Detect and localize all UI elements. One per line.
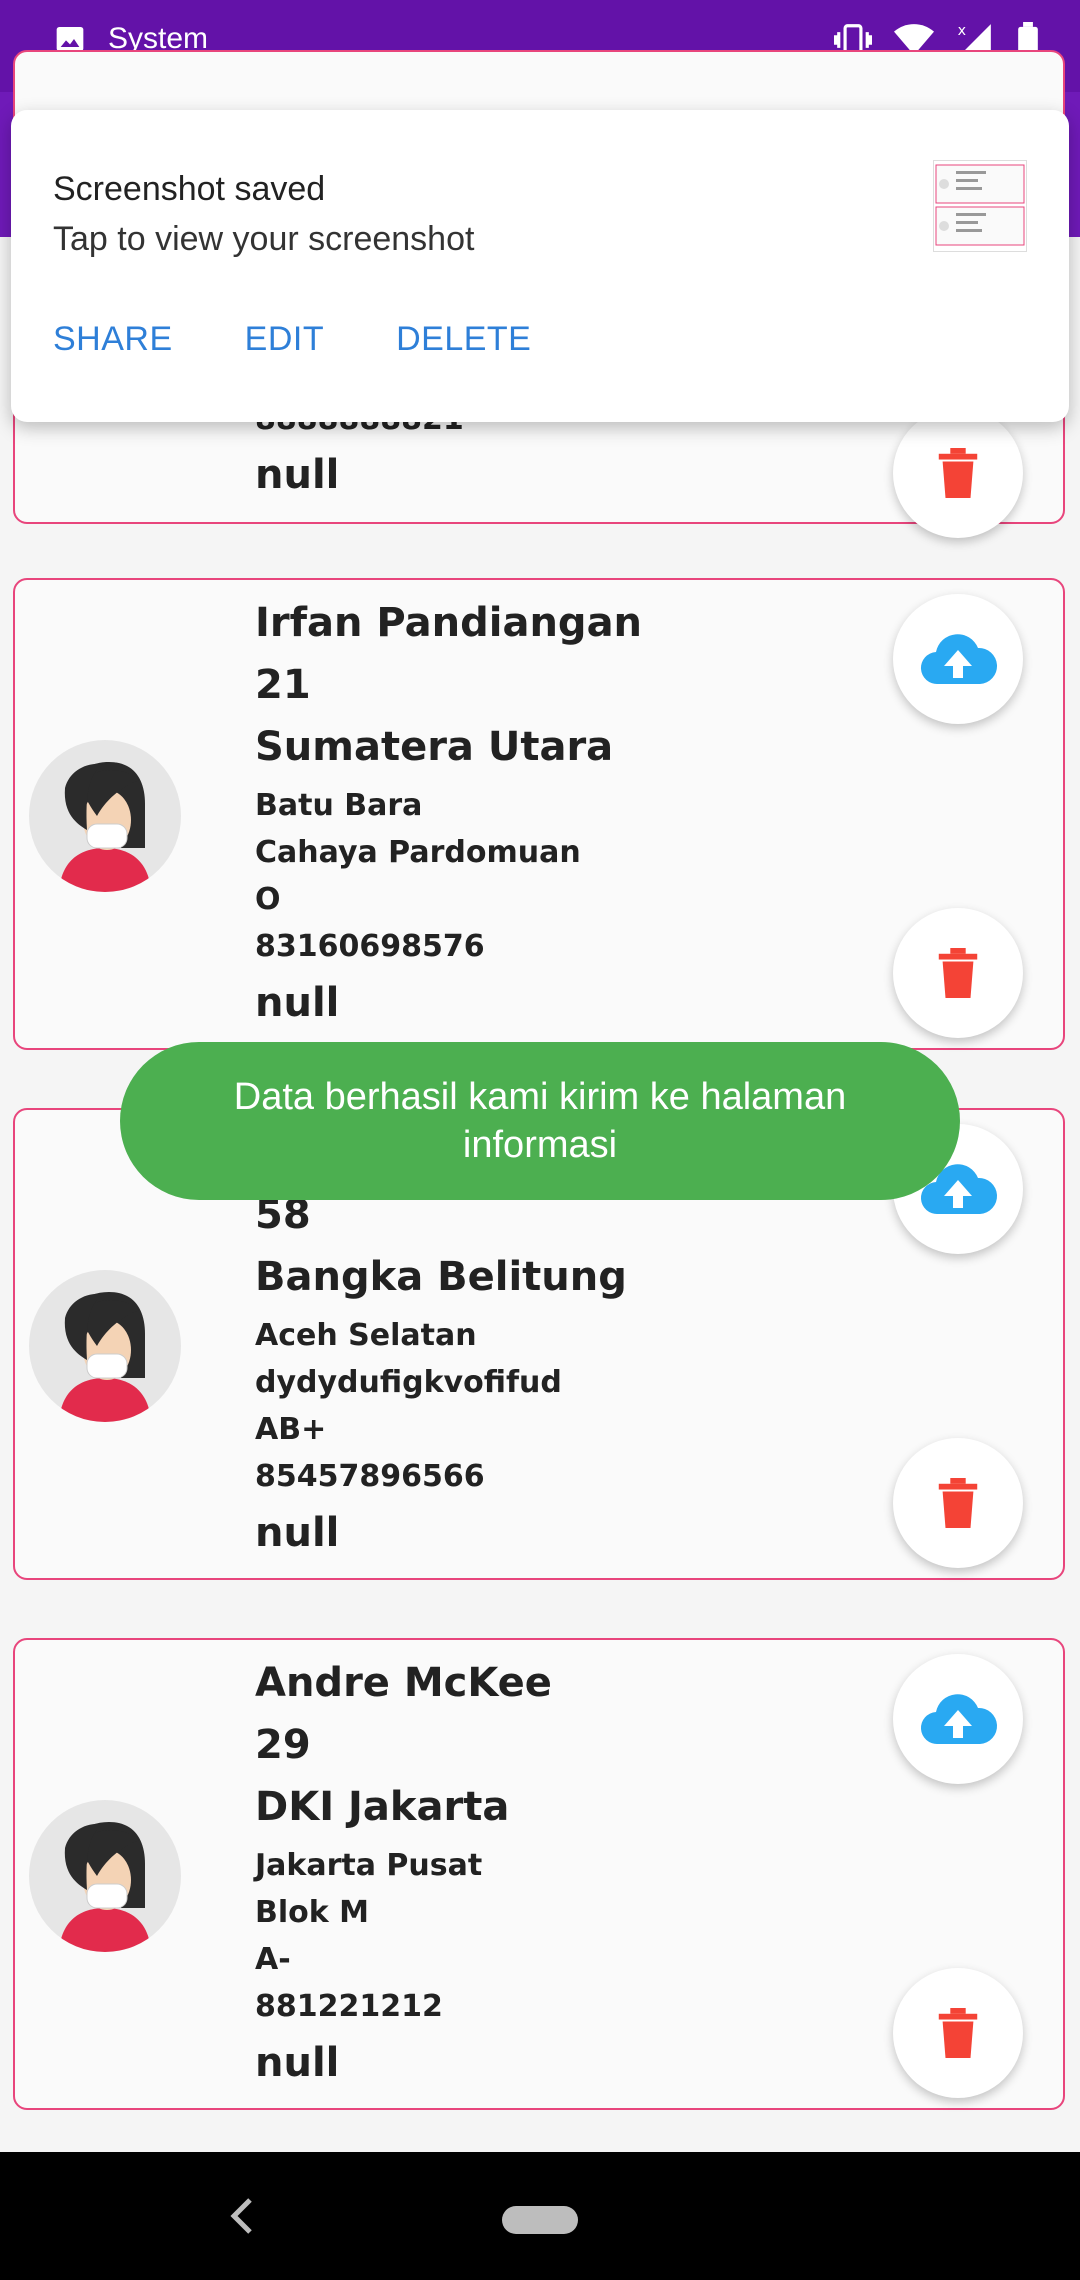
cloud-upload-icon	[920, 634, 998, 685]
record-extra: null	[255, 980, 340, 1026]
record-address: Blok M	[255, 1895, 370, 1930]
delete-button[interactable]	[893, 908, 1023, 1038]
notification-actions: SHARE EDIT DELETE	[53, 320, 531, 359]
upload-button[interactable]	[893, 594, 1023, 724]
trash-icon	[938, 1478, 978, 1528]
record-blood-type: A-	[255, 1942, 291, 1977]
notification-title: Screenshot saved	[53, 170, 326, 208]
record-name: Andre McKee	[255, 1660, 552, 1706]
home-pill[interactable]	[502, 2206, 578, 2234]
record-province: DKI Jakarta	[255, 1784, 510, 1830]
screenshot-thumbnail[interactable]	[933, 160, 1027, 252]
avatar	[29, 1800, 181, 1952]
trash-icon	[938, 448, 978, 498]
delete-button[interactable]	[893, 408, 1023, 538]
record-city: Aceh Selatan	[255, 1318, 477, 1353]
record-blood-type: AB+	[255, 1412, 327, 1447]
notification-subtitle: Tap to view your screenshot	[53, 220, 475, 258]
record-province: Sumatera Utara	[255, 724, 614, 770]
delete-button[interactable]	[893, 1438, 1023, 1568]
screenshot-notification[interactable]: Screenshot saved Tap to view your screen…	[11, 110, 1069, 422]
record-age: 29	[255, 1722, 311, 1768]
record-extra: null	[255, 452, 340, 498]
cloud-upload-icon	[920, 1694, 998, 1745]
record-province: Bangka Belitung	[255, 1254, 627, 1300]
navigation-bar	[0, 2152, 1080, 2280]
trash-icon	[938, 2008, 978, 2058]
record-age: 21	[255, 662, 311, 708]
record-blood-type: O	[255, 882, 281, 917]
delete-screenshot-button[interactable]: DELETE	[396, 320, 531, 359]
record-phone: 83160698576	[255, 929, 485, 964]
toast-message: Data berhasil kami kirim ke halaman info…	[120, 1042, 960, 1200]
record-phone: 85457896566	[255, 1459, 485, 1494]
svg-text:x: x	[958, 23, 966, 39]
upload-button[interactable]	[893, 1654, 1023, 1784]
record-card: Andre McKee 29 DKI Jakarta Jakarta Pusat…	[13, 1638, 1065, 2110]
record-card: Irfan Pandiangan 21 Sumatera Utara Batu …	[13, 578, 1065, 1050]
record-name: Irfan Pandiangan	[255, 600, 643, 646]
delete-button[interactable]	[893, 1968, 1023, 2098]
record-address: Cahaya Pardomuan	[255, 835, 581, 870]
record-city: Batu Bara	[255, 788, 423, 823]
trash-icon	[938, 948, 978, 998]
share-button[interactable]: SHARE	[53, 320, 173, 359]
record-address: dydydufigkvofifud	[255, 1365, 562, 1400]
back-icon[interactable]	[222, 2194, 262, 2238]
record-extra: null	[255, 1510, 340, 1556]
record-extra: null	[255, 2040, 340, 2086]
record-city: Jakarta Pusat	[255, 1848, 483, 1883]
record-phone: 881221212	[255, 1989, 443, 2024]
avatar	[29, 1270, 181, 1422]
avatar	[29, 740, 181, 892]
edit-button[interactable]: EDIT	[245, 320, 324, 359]
